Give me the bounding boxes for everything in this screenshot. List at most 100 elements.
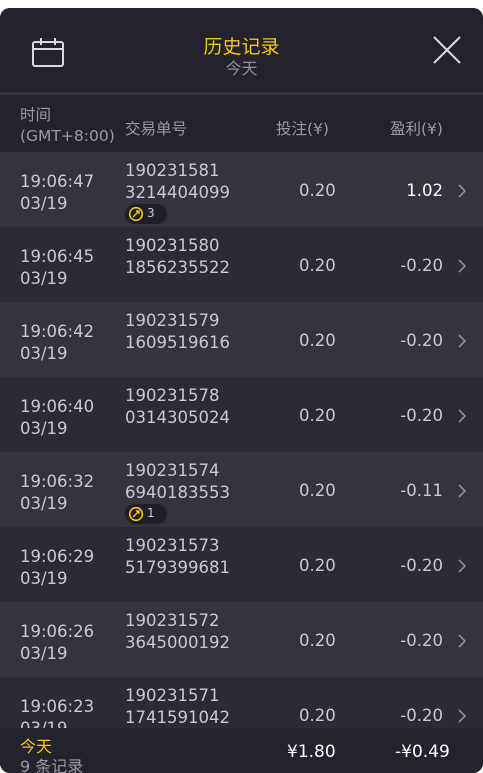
col-bet: 投注(¥) [276, 120, 329, 138]
close-icon[interactable] [430, 33, 464, 67]
chevron-right-icon[interactable] [457, 483, 467, 499]
row-time-value: 19:06:40 [20, 397, 95, 416]
chevron-right-icon[interactable] [457, 708, 467, 724]
chevron-right-icon[interactable] [457, 258, 467, 274]
row-profit: -0.20 [400, 706, 443, 725]
col-time-zone: (GMT+8:00) [20, 127, 115, 145]
row-bet: 0.20 [299, 331, 336, 350]
row-time-value: 19:06:26 [20, 622, 95, 641]
table-row[interactable]: 19:06:23 03/19 190231571 1741591042 0.20 -0.2… [0, 677, 483, 728]
row-time-value: 19:06:32 [20, 472, 95, 491]
row-bet: 0.20 [299, 181, 336, 200]
row-time-value: 19:06:23 [20, 697, 95, 716]
free-spin-count: 1 [147, 506, 155, 520]
col-time-label: 时间 [20, 106, 52, 124]
summary-footer: 今天 9 条记录 ¥1.80 -¥0.49 [0, 728, 483, 773]
row-time-value: 19:06:45 [20, 247, 95, 266]
col-order: 交易单号 [125, 120, 188, 138]
total-profit: -¥0.49 [395, 742, 450, 762]
chevron-right-icon[interactable] [457, 558, 467, 574]
free-spin-badge: 3 [125, 204, 167, 224]
row-date-value: 03/19 [20, 718, 94, 728]
history-list: 19:06:47 03/19 190231581 3214404099 3 0.20 1.0… [0, 152, 483, 728]
row-profit: -0.20 [400, 556, 443, 575]
row-time: 19:06:45 03/19 [20, 246, 94, 290]
col-profit: 盈利(¥) [390, 120, 443, 138]
row-date-value: 03/19 [20, 194, 68, 213]
row-date-value: 03/19 [20, 644, 68, 663]
history-panel: 历史记录 今天 时间 (GMT+8:00) 交易单号 投注(¥) 盈利(¥) 1… [0, 8, 483, 773]
col-time: 时间 (GMT+8:00) [20, 105, 115, 147]
row-time-value: 19:06:47 [20, 172, 95, 191]
row-time-value: 19:06:29 [20, 547, 95, 566]
row-order: 190231579 1609519616 [125, 310, 230, 354]
row-order-line1: 190231573 [125, 536, 220, 555]
chevron-right-icon[interactable] [457, 333, 467, 349]
row-order: 190231571 1741591042 [125, 685, 230, 728]
table-row[interactable]: 19:06:47 03/19 190231581 3214404099 3 0.20 1.0… [0, 152, 483, 227]
table-row[interactable]: 19:06:40 03/19 190231578 0314305024 0.20 -0.2… [0, 377, 483, 452]
free-spin-badge: 1 [125, 504, 167, 524]
row-order-line1: 190231581 [125, 161, 220, 180]
row-date-value: 03/19 [20, 419, 68, 438]
row-order: 190231581 3214404099 [125, 160, 230, 204]
table-row[interactable]: 19:06:32 03/19 190231574 6940183553 1 0.20 -0.… [0, 452, 483, 527]
row-order: 190231580 1856235522 [125, 235, 230, 279]
row-order-line1: 190231572 [125, 611, 220, 630]
row-profit: -0.20 [400, 631, 443, 650]
row-order-line1: 190231580 [125, 236, 220, 255]
table-row[interactable]: 19:06:26 03/19 190231572 3645000192 0.20 -0.2… [0, 602, 483, 677]
header: 历史记录 今天 [0, 8, 483, 92]
row-time: 19:06:23 03/19 [20, 696, 94, 728]
table-row[interactable]: 19:06:42 03/19 190231579 1609519616 0.20 -0.2… [0, 302, 483, 377]
row-bet: 0.20 [299, 556, 336, 575]
row-date-value: 03/19 [20, 269, 68, 288]
row-order-line2: 5179399681 [125, 558, 230, 577]
row-profit: -0.20 [400, 256, 443, 275]
row-bet: 0.20 [299, 256, 336, 275]
row-profit: -0.11 [400, 481, 443, 500]
row-bet: 0.20 [299, 481, 336, 500]
row-order-line1: 190231579 [125, 311, 220, 330]
row-order-line2: 3645000192 [125, 633, 230, 652]
table-row[interactable]: 19:06:45 03/19 190231580 1856235522 0.20 -0.2… [0, 227, 483, 302]
table-row[interactable]: 19:06:29 03/19 190231573 5179399681 0.20 -0.2… [0, 527, 483, 602]
row-date-value: 03/19 [20, 494, 68, 513]
row-order-line2: 1741591042 [125, 708, 230, 727]
date-filter-label: 今天 [225, 59, 258, 78]
row-profit: -0.20 [400, 331, 443, 350]
row-profit: -0.20 [400, 406, 443, 425]
row-time: 19:06:47 03/19 [20, 171, 94, 215]
row-time: 19:06:26 03/19 [20, 621, 94, 665]
row-order: 190231573 5179399681 [125, 535, 230, 579]
row-time-value: 19:06:42 [20, 322, 95, 341]
row-date-value: 03/19 [20, 344, 68, 363]
row-order-line2: 6940183553 [125, 483, 230, 502]
total-bet: ¥1.80 [287, 742, 336, 762]
table-header: 时间 (GMT+8:00) 交易单号 投注(¥) 盈利(¥) [0, 95, 483, 152]
row-order: 190231578 0314305024 [125, 385, 230, 429]
chevron-right-icon[interactable] [457, 408, 467, 424]
row-bet: 0.20 [299, 631, 336, 650]
row-order-line2: 1609519616 [125, 333, 230, 352]
free-spin-icon [128, 206, 144, 222]
chevron-right-icon[interactable] [457, 633, 467, 649]
row-time: 19:06:40 03/19 [20, 396, 94, 440]
row-bet: 0.20 [299, 706, 336, 725]
chevron-right-icon[interactable] [457, 183, 467, 199]
row-time: 19:06:42 03/19 [20, 321, 94, 365]
row-bet: 0.20 [299, 406, 336, 425]
row-order-line1: 190231571 [125, 686, 220, 705]
row-order-line1: 190231574 [125, 461, 220, 480]
free-spin-count: 3 [147, 206, 155, 220]
row-order: 190231574 6940183553 [125, 460, 230, 504]
row-time: 19:06:32 03/19 [20, 471, 94, 515]
record-count: 9 条记录 [20, 757, 84, 773]
row-time: 19:06:29 03/19 [20, 546, 94, 590]
row-profit: 1.02 [406, 181, 443, 200]
row-order: 190231572 3645000192 [125, 610, 230, 654]
row-order-line2: 3214404099 [125, 183, 230, 202]
row-order-line1: 190231578 [125, 386, 220, 405]
free-spin-icon [128, 506, 144, 522]
row-order-line2: 0314305024 [125, 408, 230, 427]
